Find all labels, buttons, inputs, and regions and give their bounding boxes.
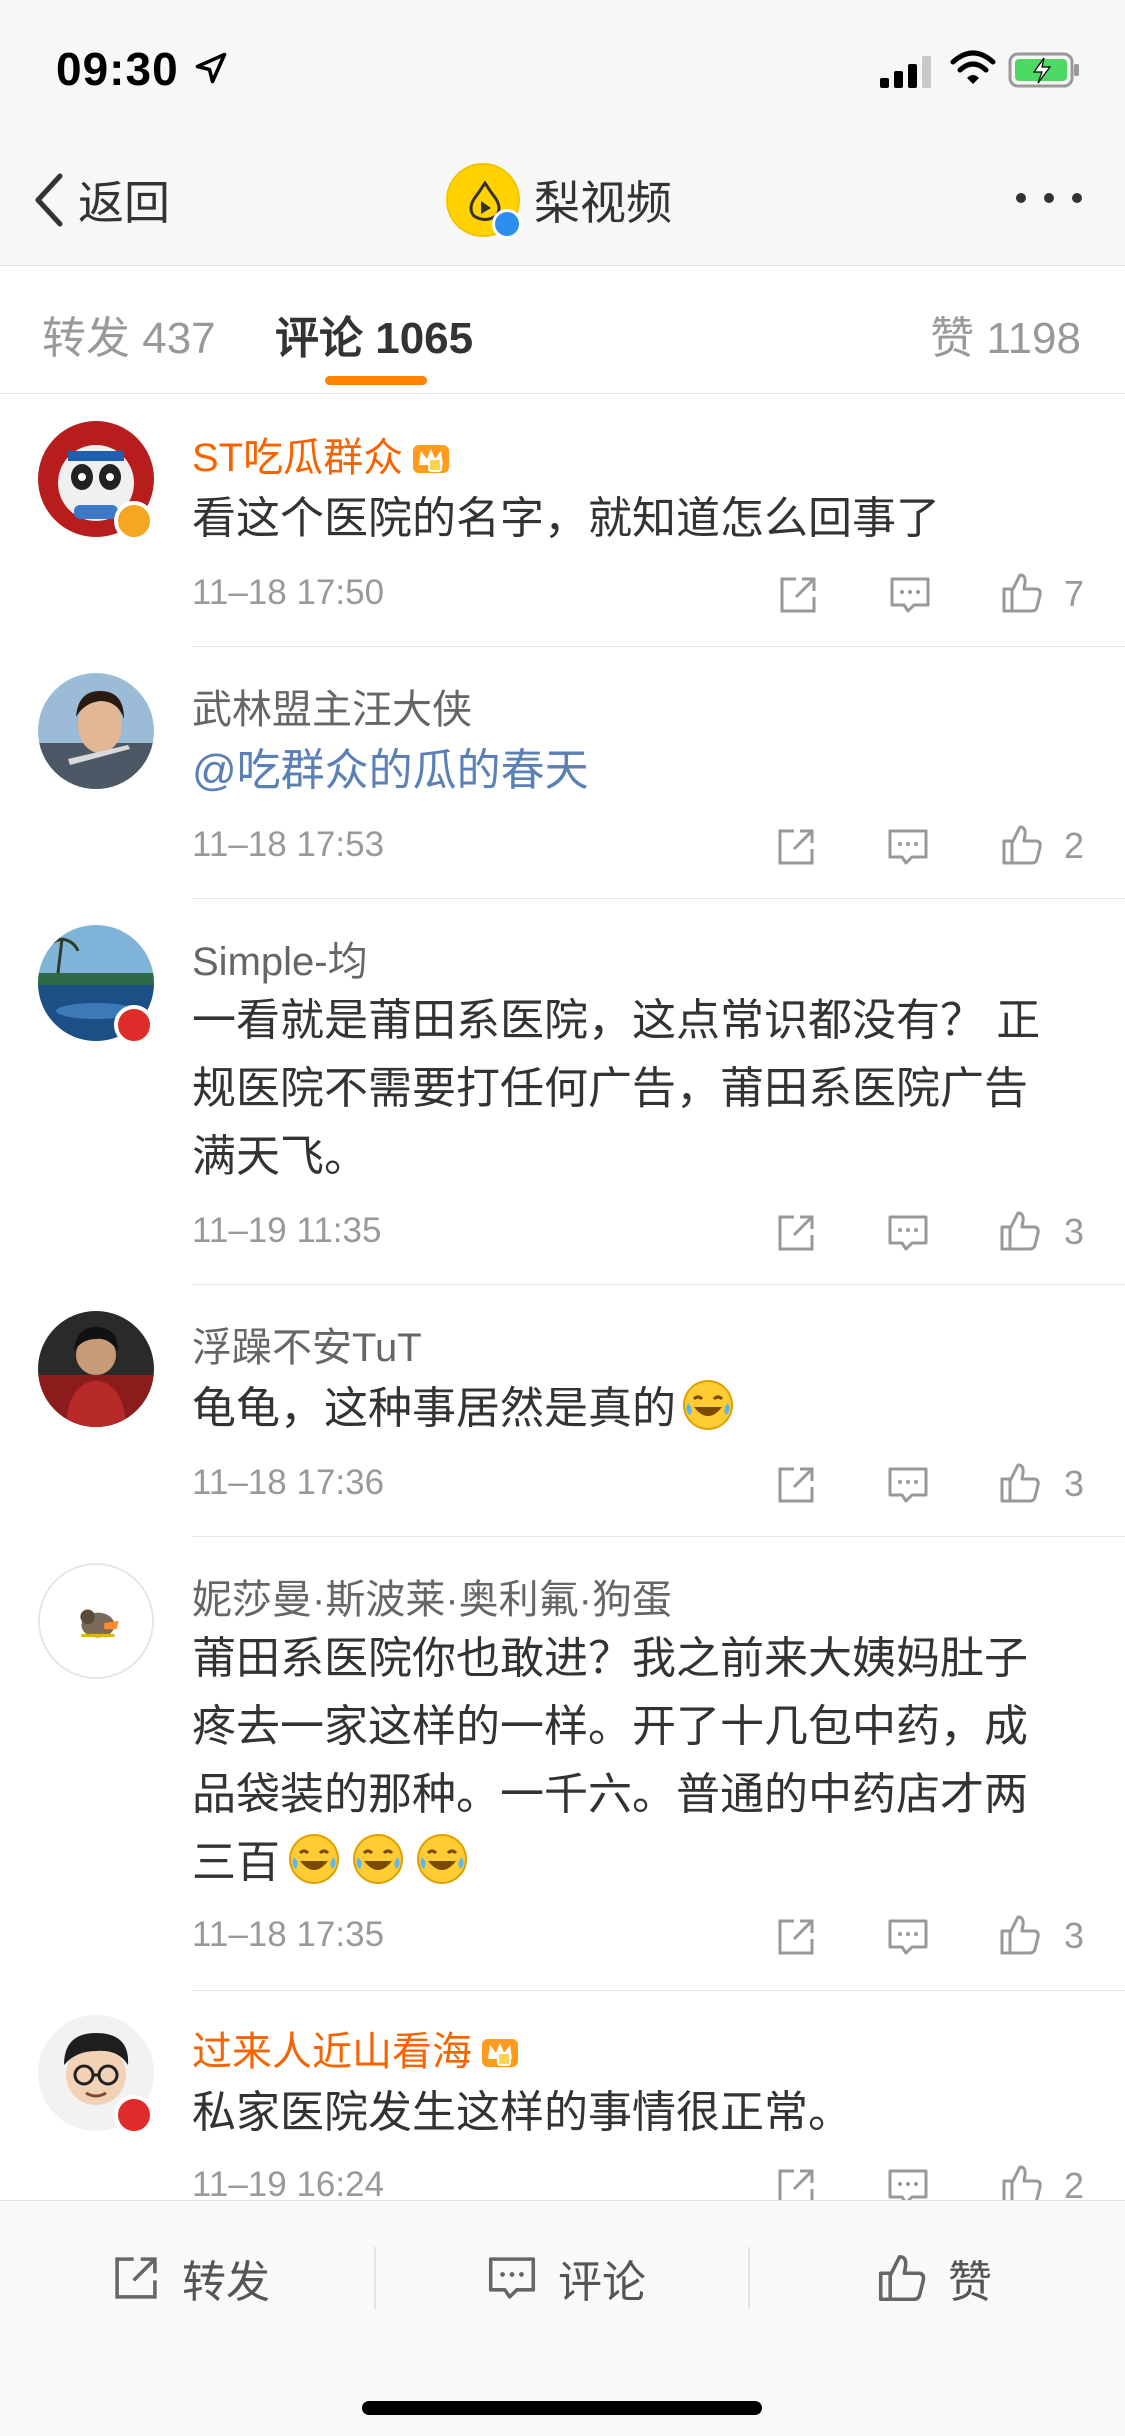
like-button[interactable]: 赞 bbox=[876, 2245, 992, 2311]
status-time: 09:30 bbox=[56, 43, 179, 95]
comment-icon[interactable] bbox=[886, 825, 930, 869]
nav-title-group[interactable]: 梨视频 bbox=[446, 160, 672, 240]
comment-author[interactable]: 妮莎曼·斯波莱·奥利氟·狗蛋 bbox=[192, 1567, 672, 1625]
tab-bar: 转发 437 评论 1065 赞 1198 bbox=[0, 266, 1125, 394]
like-icon[interactable] bbox=[998, 1913, 1042, 1957]
comment-item: Simple-均 一看就是莆田系医院，这点常识都没有？ 正 规医院不需要打任何广… bbox=[0, 899, 1125, 1285]
brand-avatar bbox=[446, 163, 522, 239]
comment-time: 11–18 17:35 bbox=[192, 1915, 385, 1954]
divider bbox=[748, 2247, 750, 2309]
comment-item: 妮莎曼·斯波莱·奥利氟·狗蛋 莆田系医院你也敢进？我之前来大姨妈肚子 疼去一家这… bbox=[0, 1537, 1125, 1991]
laughing-tears-emoji bbox=[353, 1834, 403, 1884]
comment-item: 过来人近山看海 私家医院发生这样的事情很正常。 11–19 16:24 2 bbox=[0, 1991, 1125, 2206]
comment-time: 11–18 17:36 bbox=[192, 1463, 385, 1502]
comment-text-line: 品袋装的那种。一千六。普通的中药店才两 bbox=[192, 1770, 1028, 1819]
like-count: 7 bbox=[1064, 573, 1085, 614]
like-icon[interactable] bbox=[998, 1209, 1042, 1253]
like-count: 3 bbox=[1064, 1211, 1085, 1252]
comment-time: 11–18 17:53 bbox=[192, 825, 385, 864]
comment-label: 评论 bbox=[558, 2258, 646, 2307]
like-count: 3 bbox=[1064, 1463, 1085, 1504]
repost-icon[interactable] bbox=[774, 1463, 818, 1507]
avatar[interactable] bbox=[38, 1563, 154, 1679]
comment-time: 11–19 11:35 bbox=[192, 1211, 382, 1250]
comment-author[interactable]: 过来人近山看海 bbox=[192, 2019, 522, 2077]
like-icon[interactable] bbox=[998, 1461, 1042, 1505]
crown-icon bbox=[413, 445, 450, 473]
comment-author[interactable]: 武林盟主汪大侠 bbox=[192, 677, 472, 735]
like-icon[interactable] bbox=[1000, 823, 1044, 867]
comment-button[interactable]: 评论 bbox=[486, 2245, 646, 2311]
bottom-action-bar: 转发 评论 赞 bbox=[0, 2200, 1125, 2436]
more-icon[interactable] bbox=[1009, 178, 1089, 218]
like-icon bbox=[878, 2254, 926, 2302]
verified-badge-icon bbox=[492, 209, 522, 239]
comment-icon bbox=[488, 2257, 536, 2299]
avatar[interactable] bbox=[38, 673, 154, 789]
comment-item: ST吃瓜群众 看这个医院的名字，就知道怎么回事了 11–18 17:50 7 bbox=[0, 395, 1125, 647]
comment-author[interactable]: Simple-均 bbox=[192, 929, 368, 987]
comment-text: 一看就是莆田系医院，这点常识都没有？ 正 规医院不需要打任何广告，莆田系医院广告… bbox=[192, 987, 1072, 1191]
comment-time: 11–18 17:50 bbox=[192, 573, 385, 612]
comment-icon[interactable] bbox=[886, 1463, 930, 1507]
repost-button[interactable]: 转发 bbox=[110, 2245, 270, 2311]
back-chevron-icon bbox=[35, 173, 63, 227]
comment-text-line: 规医院不需要打任何广告，莆田系医院广告 bbox=[192, 1064, 1028, 1113]
tab-comments[interactable]: 评论 1065 bbox=[275, 302, 473, 366]
like-count: 3 bbox=[1064, 1915, 1085, 1956]
avatar[interactable] bbox=[38, 1311, 154, 1427]
active-tab-indicator bbox=[325, 376, 427, 385]
comment-text: 看这个医院的名字，就知道怎么回事了 bbox=[192, 494, 940, 543]
like-icon[interactable] bbox=[1000, 571, 1044, 615]
repost-icon[interactable] bbox=[776, 573, 820, 617]
tab-likes[interactable]: 赞 1198 bbox=[930, 302, 1081, 366]
comment-icon[interactable] bbox=[888, 573, 932, 617]
comment-text: 私家医院发生这样的事情很正常。 bbox=[192, 2088, 852, 2137]
repost-icon[interactable] bbox=[774, 1915, 818, 1959]
laughing-tears-emoji bbox=[289, 1834, 339, 1884]
crown-icon bbox=[482, 2039, 518, 2067]
page-title: 梨视频 bbox=[534, 177, 672, 229]
battery-charging-icon bbox=[1008, 52, 1079, 88]
like-label: 赞 bbox=[948, 2258, 992, 2307]
comment-author[interactable]: 浮躁不安TuT bbox=[192, 1315, 422, 1373]
repost-icon[interactable] bbox=[774, 825, 818, 869]
cellular-signal-icon bbox=[880, 56, 931, 88]
verified-badge-icon bbox=[114, 501, 154, 541]
like-count: 2 bbox=[1064, 825, 1085, 866]
repost-label: 转发 bbox=[182, 2258, 270, 2307]
back-label: 返回 bbox=[78, 177, 170, 229]
tab-repost[interactable]: 转发 437 bbox=[42, 302, 216, 366]
comment-item: 武林盟主汪大侠 @吃群众的瓜的春天 11–18 17:53 2 bbox=[0, 647, 1125, 899]
location-arrow-icon bbox=[195, 52, 227, 84]
laughing-tears-emoji bbox=[417, 1834, 467, 1884]
comment-text-line: 三百 bbox=[192, 1829, 1072, 1897]
comment-icon[interactable] bbox=[886, 1915, 930, 1959]
comment-author[interactable]: ST吃瓜群众 bbox=[192, 425, 453, 483]
wifi-icon bbox=[950, 50, 996, 84]
comment-text: 莆田系医院你也敢进？我之前来大姨妈肚子 疼去一家这样的一样。开了十几包中药，成 … bbox=[192, 1625, 1072, 1897]
repost-icon[interactable] bbox=[774, 1211, 818, 1255]
home-indicator[interactable] bbox=[362, 2401, 762, 2415]
divider bbox=[374, 2247, 376, 2309]
comment-time: 11–19 16:24 bbox=[192, 2165, 385, 2204]
top-bar: 09:30 返回 梨视频 bbox=[0, 0, 1125, 266]
comment-text-line: 满天飞。 bbox=[192, 1132, 368, 1181]
comment-item: 浮躁不安TuT 龟龟，这种事居然是真的 11–18 17:36 3 bbox=[0, 1285, 1125, 1537]
comment-text-line: 一看就是莆田系医院，这点常识都没有？ 正 bbox=[192, 996, 1041, 1045]
comment-text-line: 疼去一家这样的一样。开了十几包中药，成 bbox=[192, 1702, 1028, 1751]
comment-text-line: 莆田系医院你也敢进？我之前来大姨妈肚子 bbox=[192, 1634, 1028, 1683]
laughing-tears-emoji bbox=[683, 1380, 733, 1430]
comment-text[interactable]: @吃群众的瓜的春天 bbox=[192, 737, 1072, 805]
comment-text: 龟龟，这种事居然是真的 bbox=[192, 1375, 1072, 1443]
member-badge-icon bbox=[114, 1005, 154, 1045]
back-button[interactable]: 返回 bbox=[30, 168, 170, 232]
status-bar: 09:30 bbox=[0, 0, 1125, 132]
repost-icon bbox=[115, 2257, 157, 2299]
member-badge-icon bbox=[114, 2095, 154, 2135]
comment-icon[interactable] bbox=[886, 1211, 930, 1255]
nav-bar: 返回 梨视频 bbox=[0, 150, 1125, 250]
